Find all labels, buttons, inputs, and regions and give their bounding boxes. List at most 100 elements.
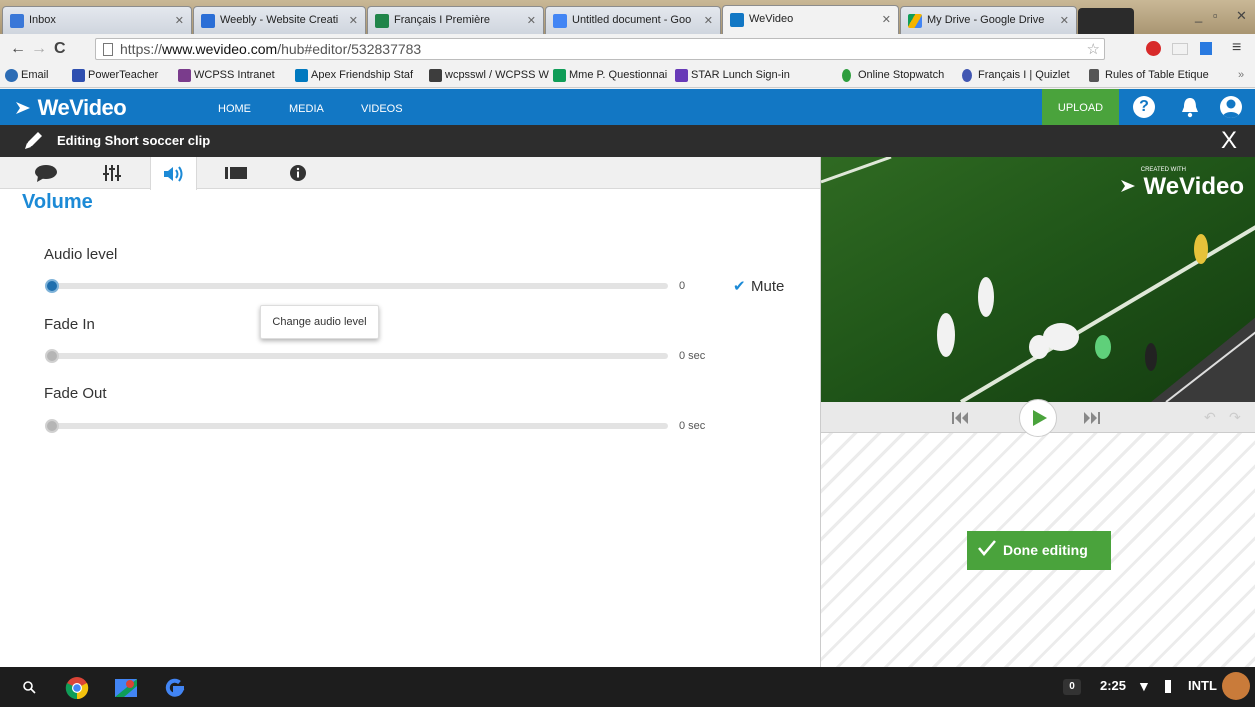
search-icon[interactable]	[22, 680, 36, 694]
doc-icon	[1089, 69, 1099, 82]
bookmark-star-lunch[interactable]: STAR Lunch Sign-in	[675, 69, 790, 82]
bell-icon[interactable]	[1180, 96, 1200, 118]
extension2-icon[interactable]	[1200, 42, 1212, 55]
account-avatar[interactable]	[1222, 672, 1250, 700]
volume-icon	[163, 165, 182, 182]
help-icon[interactable]: ?	[1133, 96, 1155, 118]
url-path: /hub#editor/532837783	[277, 41, 422, 57]
menu-icon[interactable]: ≡	[1232, 39, 1241, 57]
close-tab-icon[interactable]: ✕	[175, 14, 184, 27]
fade-in-handle[interactable]	[45, 349, 59, 363]
tab-docs[interactable]: Untitled document - Goo ✕	[545, 6, 721, 34]
url-domain: www.wevideo.com	[162, 41, 278, 57]
checkmark-icon	[978, 540, 996, 556]
fade-in-value: 0 sec	[679, 350, 706, 362]
close-window-icon[interactable]: ✕	[1236, 8, 1247, 24]
tab-info[interactable]	[274, 157, 321, 189]
editing-title: Editing Short soccer clip	[57, 133, 211, 148]
fade-out-label: Fade Out	[44, 385, 107, 402]
maps-icon[interactable]	[114, 676, 138, 700]
undo-icon[interactable]: ↶	[1204, 409, 1216, 426]
play-icon	[1033, 410, 1047, 426]
redo-icon[interactable]: ↷	[1229, 409, 1241, 426]
pbworks-icon	[429, 69, 442, 82]
wevideo-header: WeVideo HOME MEDIA VIDEOS UPLOAD ?	[0, 89, 1255, 125]
play-button[interactable]	[1019, 399, 1057, 437]
bookmarks-bar: Email PowerTeacher WCPSS Intranet Apex F…	[0, 64, 1255, 88]
chrome-icon[interactable]	[65, 676, 89, 700]
bookmark-label: Français I | Quizlet	[978, 69, 1070, 81]
tab-weebly[interactable]: Weebly - Website Creati ✕	[193, 6, 366, 34]
forward-icon[interactable]: →	[31, 40, 47, 58]
screen: Inbox ✕ Weebly - Website Creati ✕ França…	[0, 0, 1255, 707]
bookmark-questionnaire[interactable]: Mme P. Questionnai	[553, 69, 668, 82]
new-tab-button[interactable]	[1078, 8, 1134, 34]
bookmark-label: Apex Friendship Staf	[311, 69, 414, 81]
mute-label: Mute	[751, 278, 785, 295]
close-tab-icon[interactable]: ✕	[704, 14, 713, 27]
fade-out-slider[interactable]	[50, 423, 668, 429]
star-icon[interactable]: ☆	[1087, 40, 1100, 58]
google-icon[interactable]	[163, 676, 187, 700]
bookmark-apex[interactable]: Apex Friendship Staf	[295, 69, 414, 82]
url-scheme: https://	[120, 41, 163, 57]
tab-text[interactable]	[22, 157, 69, 189]
clip-settings-panel: Volume Audio level 0 ✔ Mute Change audio…	[0, 157, 820, 667]
close-tab-icon[interactable]: ✕	[1060, 14, 1069, 27]
battery-icon[interactable]	[1165, 680, 1171, 693]
docs-icon	[553, 14, 567, 28]
done-editing-button[interactable]: Done editing	[967, 531, 1111, 570]
tab-color[interactable]	[88, 157, 135, 189]
maximize-icon[interactable]: ▫	[1213, 8, 1218, 23]
close-tab-icon[interactable]: ✕	[882, 13, 891, 26]
play-logo-icon	[16, 102, 30, 114]
wifi-icon[interactable]: ▼	[1137, 678, 1151, 694]
fade-in-label: Fade In	[44, 316, 95, 333]
nav-home[interactable]: HOME	[218, 103, 251, 115]
info-icon	[289, 165, 306, 181]
notification-badge[interactable]: 0	[1063, 679, 1081, 695]
skip-back-icon[interactable]	[951, 411, 969, 425]
close-tab-icon[interactable]: ✕	[349, 14, 358, 27]
bookmark-powerteacher[interactable]: PowerTeacher	[72, 69, 159, 82]
close-tab-icon[interactable]: ✕	[527, 14, 536, 27]
user-avatar-icon[interactable]	[1220, 96, 1242, 118]
video-preview[interactable]: CREATED WITH WeVideo	[821, 157, 1255, 402]
bookmark-table-etiquette[interactable]: Rules of Table Etique	[1089, 69, 1209, 82]
back-icon[interactable]: ←	[10, 40, 26, 58]
tab-inbox[interactable]: Inbox ✕	[2, 6, 192, 34]
audio-level-handle[interactable]	[45, 279, 59, 293]
tab-wevideo[interactable]: WeVideo ✕	[722, 5, 899, 35]
bookmark-label: Mme P. Questionnai	[569, 69, 668, 81]
reload-icon[interactable]: C	[54, 40, 66, 58]
fade-in-slider[interactable]	[50, 353, 668, 359]
close-editor-button[interactable]: X	[1221, 127, 1237, 155]
cast-icon[interactable]	[1172, 43, 1188, 55]
address-bar[interactable]: https://www.wevideo.com/hub#editor/53283…	[95, 38, 1105, 60]
tab-francais[interactable]: Français I Première ✕	[367, 6, 544, 34]
bookmark-quizlet[interactable]: Français I | Quizlet	[962, 69, 1070, 82]
upload-button[interactable]: UPLOAD	[1042, 89, 1119, 125]
tab-audio[interactable]	[150, 157, 197, 190]
wevideo-watermark: CREATED WITH WeVideo	[1119, 167, 1244, 201]
wevideo-logo[interactable]: WeVideo	[14, 95, 127, 121]
bookmark-email[interactable]: Email	[5, 69, 49, 82]
more-bookmarks-icon[interactable]: »	[1238, 69, 1244, 81]
nav-media[interactable]: MEDIA	[289, 103, 324, 115]
extension-icon[interactable]	[1146, 41, 1161, 56]
tab-transitions[interactable]	[212, 157, 259, 189]
fade-out-handle[interactable]	[45, 419, 59, 433]
mute-checkbox[interactable]: ✔ Mute	[733, 278, 784, 295]
bookmark-stopwatch[interactable]: Online Stopwatch	[842, 69, 944, 82]
minimize-icon[interactable]: _	[1195, 8, 1202, 23]
bookmark-label: PowerTeacher	[88, 69, 159, 81]
bookmark-intranet[interactable]: WCPSS Intranet	[178, 69, 275, 82]
forms-icon	[675, 69, 688, 82]
nav-videos[interactable]: VIDEOS	[361, 103, 403, 115]
audio-level-slider[interactable]	[50, 283, 668, 289]
input-method[interactable]: INTL	[1188, 678, 1217, 693]
clock[interactable]: 2:25	[1100, 678, 1126, 693]
tab-drive[interactable]: My Drive - Google Drive ✕	[900, 6, 1077, 34]
bookmark-wcpsswl[interactable]: wcpsswl / WCPSS W	[429, 69, 549, 82]
skip-forward-icon[interactable]	[1083, 411, 1101, 425]
